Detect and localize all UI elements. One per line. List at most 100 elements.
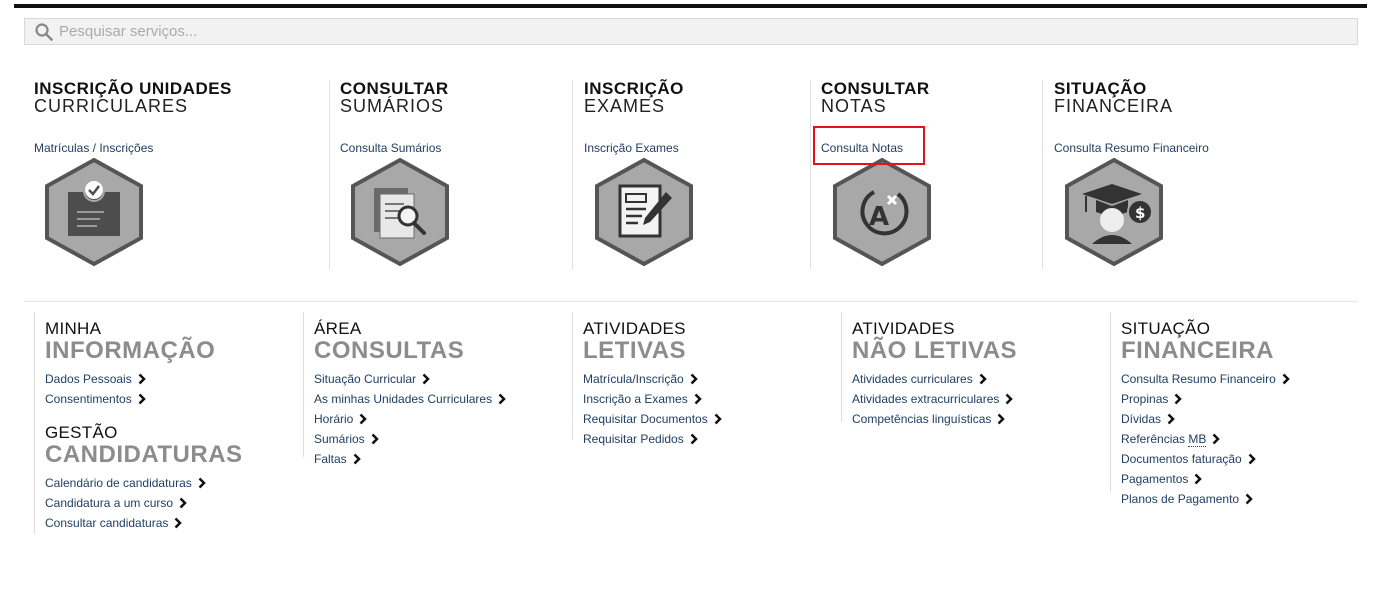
chevron-right-icon [1005,392,1014,410]
chevron-right-icon [371,432,379,450]
quick-service-link-exams[interactable]: Inscrição Exames [584,141,679,155]
menu-link-my-courses[interactable]: As minhas Unidades Curriculares [314,390,564,410]
menu-link-mb-references[interactable]: Referências MB [1121,430,1361,450]
chevron-right-icon [694,392,702,410]
mb-abbreviation: MB [1188,432,1207,447]
menu-link-debts[interactable]: Dívidas [1121,410,1361,430]
chevron-right-icon [498,392,506,410]
menu-group-applications: GESTÃO CANDIDATURAS Calendário de candid… [45,424,295,534]
menu-link-curricular-activities[interactable]: Atividades curriculares [852,370,1102,390]
quick-service-title: CONSULTAR [340,79,449,98]
chevron-right-icon [1248,452,1256,470]
menu-link-payment-plans[interactable]: Planos de Pagamento [1121,490,1361,510]
section-divider [24,301,1358,302]
menu-link-consents[interactable]: Consentimentos [45,390,295,410]
menu-link-label: Situação Curricular [314,372,417,386]
menu-link-label: Consultar candidaturas [45,516,169,530]
menu-heading-small: GESTÃO [45,423,118,442]
menu-link-tuition[interactable]: Propinas [1121,390,1361,410]
menu-link-label: Requisitar Documentos [583,412,708,426]
menu-column-academic-activities: ATIVIDADES LETIVAS Matrícula/Inscrição I… [572,312,833,446]
chevron-right-icon [1212,432,1221,450]
chevron-right-icon [1245,492,1253,510]
search-input[interactable] [59,19,1309,44]
chevron-right-icon [359,412,368,430]
summaries-search-icon[interactable] [348,156,452,268]
menu-link-payments[interactable]: Pagamentos [1121,470,1361,490]
menu-link-billing-documents[interactable]: Documentos faturação [1121,450,1361,470]
quick-service-subtitle: NOTAS [821,96,887,116]
menu-link-apply-course[interactable]: Candidatura a um curso [45,494,295,514]
menu-heading-small: ÁREA [314,319,362,338]
svg-text:A: A [869,202,889,232]
menu-column-my-info: MINHA INFORMAÇÃO Dados Pessoais Consenti… [34,312,295,534]
menu-heading-large: FINANCEIRA [1121,337,1274,364]
search-icon [35,22,53,41]
menu-link-label: Calendário de candidaturas [45,476,192,490]
menu-column-consultations: ÁREA CONSULTAS Situação Curricular As mi… [303,312,564,466]
menu-list: Atividades curriculares Atividades extra… [852,370,1102,430]
menu-link-summaries[interactable]: Sumários [314,430,564,450]
quick-service-title: SITUAÇÃO [1054,79,1147,98]
menu-heading-small: ATIVIDADES [583,319,686,338]
menu-link-applications-calendar[interactable]: Calendário de candidaturas [45,474,295,494]
menu-link-personal-data[interactable]: Dados Pessoais [45,370,295,390]
menu-link-enrollment[interactable]: Matrícula/Inscrição [583,370,833,390]
menu-link-label: Faltas [314,452,347,466]
menu-heading-large: CONSULTAS [314,337,465,364]
menu-link-language-skills[interactable]: Competências linguísticas [852,410,1102,430]
exam-signup-icon[interactable] [592,156,696,268]
menu-link-request-documents[interactable]: Requisitar Documentos [583,410,833,430]
menu-link-request-orders[interactable]: Requisitar Pedidos [583,430,833,450]
menu-link-curricular-status[interactable]: Situação Curricular [314,370,564,390]
quick-service-enrollment: INSCRIÇÃO UNIDADES CURRICULARES Matrícul… [34,80,324,270]
menu-link-schedule[interactable]: Horário [314,410,564,430]
menu-link-label: Consentimentos [45,392,132,406]
chevron-right-icon [138,372,146,390]
menu-heading-small: SITUAÇÃO [1121,319,1211,338]
menu-link-label: Dívidas [1121,412,1162,426]
menu-link-financial-summary[interactable]: Consulta Resumo Financeiro [1121,370,1361,390]
menu-link-exam-signup[interactable]: Inscrição a Exames [583,390,833,410]
quick-service-title: INSCRIÇÃO [584,79,684,98]
chevron-right-icon [174,516,183,534]
quick-service-finance: SITUAÇÃO FINANCEIRA Consulta Resumo Fina… [1042,80,1354,270]
menu-list: Dados Pessoais Consentimentos [45,370,295,410]
quick-service-link-finance[interactable]: Consulta Resumo Financeiro [1054,141,1209,155]
menu-link-extracurricular-activities[interactable]: Atividades extracurriculares [852,390,1102,410]
menu-list: Situação Curricular As minhas Unidades C… [314,370,564,470]
quick-service-grades: CONSULTAR NOTAS Consulta Notas A [810,80,1041,270]
menu-list: Consulta Resumo Financeiro Propinas Dívi… [1121,370,1361,510]
menu-link-label: Planos de Pagamento [1121,492,1240,506]
menu-heading-large: NÃO LETIVAS [852,337,1018,364]
search-bar [24,18,1358,45]
grades-icon[interactable]: A [830,156,934,268]
menu-link-label: Candidatura a um curso [45,496,174,510]
menu-list: Calendário de candidaturas Candidatura a… [45,474,295,534]
menu-heading-small: MINHA [45,319,102,338]
menu-link-label: Dados Pessoais [45,372,132,386]
quick-service-link-summaries[interactable]: Consulta Sumários [340,141,441,155]
graduate-finance-icon[interactable]: $ [1062,156,1166,268]
quick-service-link-enrollment[interactable]: Matrículas / Inscrições [34,141,153,155]
top-bar [14,4,1367,8]
chevron-right-icon [138,392,146,410]
menu-list: Matrícula/Inscrição Inscrição a Exames R… [583,370,833,450]
menu-link-label: As minhas Unidades Curriculares [314,392,493,406]
chevron-right-icon [714,412,722,430]
menu-link-absences[interactable]: Faltas [314,450,564,470]
menu-link-label: Consulta Resumo Financeiro [1121,372,1276,386]
menu-link-view-applications[interactable]: Consultar candidaturas [45,514,295,534]
chevron-right-icon [1282,372,1290,390]
menu-link-label: Requisitar Pedidos [583,432,684,446]
chevron-right-icon [997,412,1006,430]
menu-link-label: Pagamentos [1121,472,1189,486]
menu-link-label: Competências linguísticas [852,412,992,426]
menu-heading-large: CANDIDATURAS [45,441,243,468]
menu-link-label: Documentos faturação [1121,452,1242,466]
menu-heading-large: LETIVAS [583,337,687,364]
enrollment-icon[interactable] [42,156,146,268]
chevron-right-icon [353,452,361,470]
quick-service-exams: INSCRIÇÃO EXAMES Inscrição Exames [572,80,809,270]
svg-text:$: $ [1135,204,1145,222]
